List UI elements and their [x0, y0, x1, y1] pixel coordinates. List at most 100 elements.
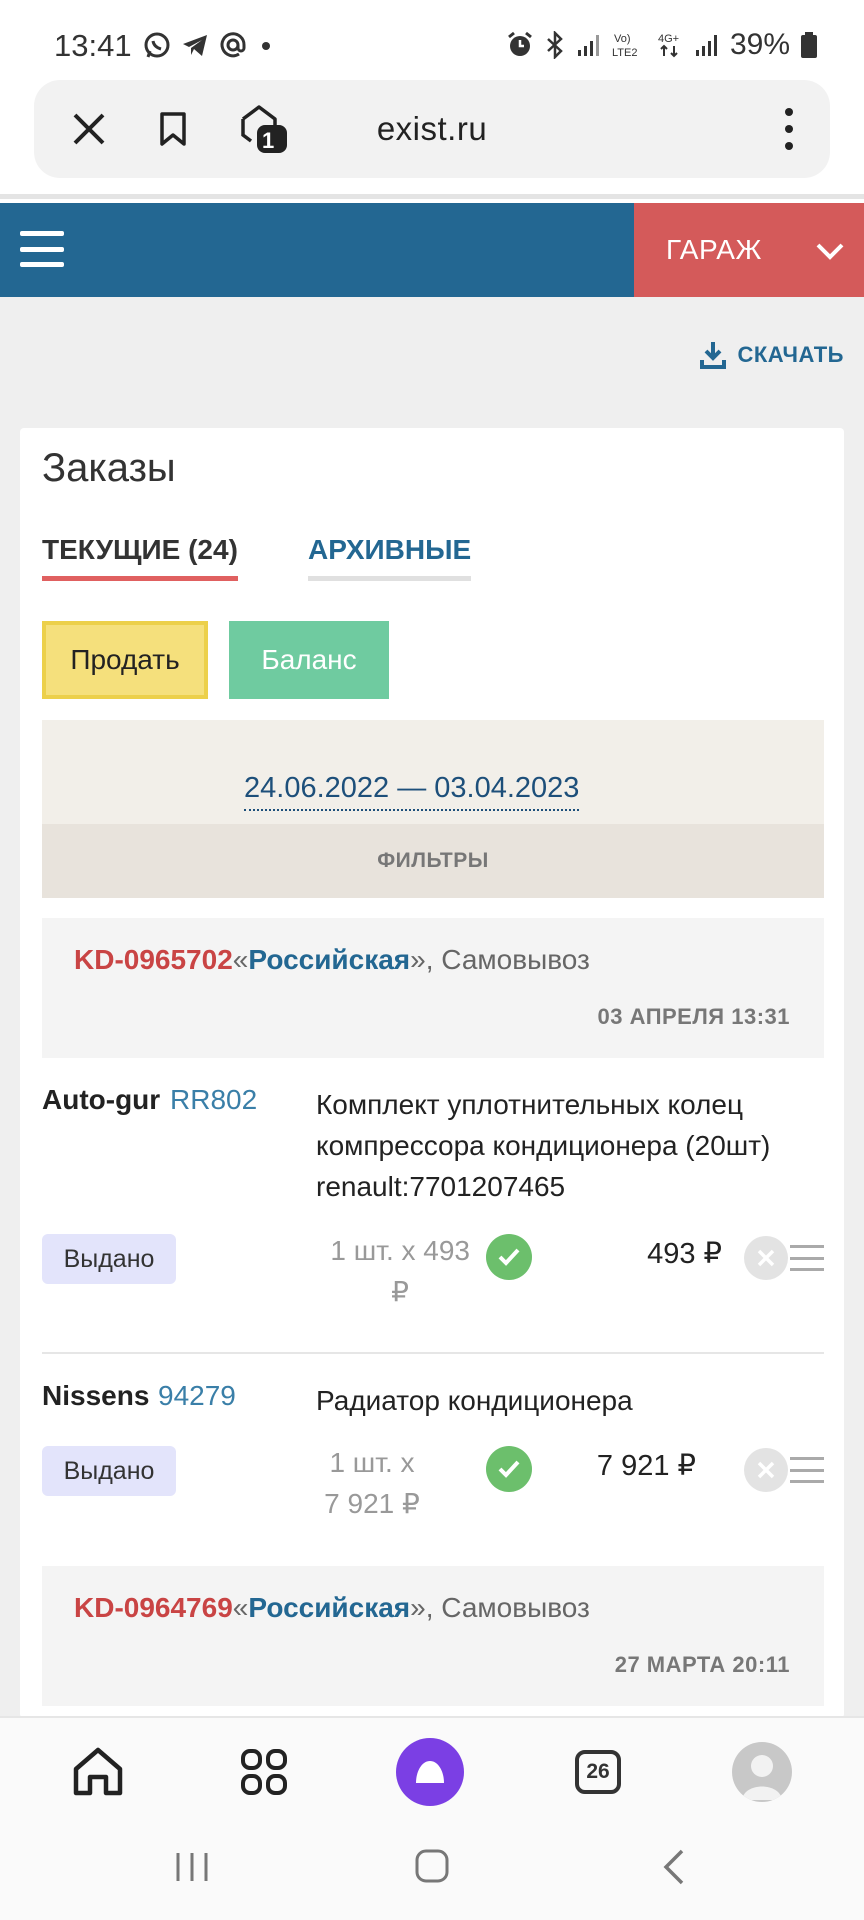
item-article-link[interactable]: RR802 [170, 1084, 257, 1116]
balance-button[interactable]: Баланс [229, 621, 389, 699]
quote-mark: « [232, 944, 249, 975]
order-id[interactable]: KD-0964769 [74, 1592, 233, 1623]
qty-line: 1 шт. x [329, 1447, 415, 1478]
whatsapp-icon [144, 32, 170, 58]
tab-current[interactable]: ТЕКУЩИЕ (24) [42, 534, 238, 581]
item-quantity: 1 шт. x 7 921 ₽ [292, 1442, 452, 1524]
download-button[interactable]: СКАЧАТЬ [699, 340, 844, 370]
cancel-item-button[interactable] [744, 1236, 788, 1280]
download-label: СКАЧАТЬ [737, 342, 844, 367]
item-divider [42, 1352, 824, 1354]
svg-text:4G+: 4G+ [658, 33, 679, 45]
at-icon [220, 32, 246, 58]
menu-line [790, 1480, 824, 1483]
home-icon [73, 1747, 123, 1796]
recent-apps-icon[interactable] [174, 1850, 210, 1884]
battery-icon [801, 32, 817, 58]
calendar-icon: 26 [575, 1750, 621, 1794]
hamburger-menu-button[interactable] [20, 231, 64, 267]
browser-bottom-nav: 26 [0, 1716, 864, 1816]
site-header: ГАРАЖ [0, 203, 864, 297]
browser-menu-button[interactable] [764, 104, 814, 154]
menu-line [790, 1268, 824, 1271]
order-id[interactable]: KD-0965702 [74, 944, 233, 975]
orders-card: Заказы ТЕКУЩИЕ (24) АРХИВНЫЕ Продать Бал… [20, 428, 844, 1718]
alice-icon [396, 1738, 464, 1806]
home-nav-icon[interactable] [414, 1848, 450, 1884]
dot-icon [262, 42, 270, 50]
item-brand: Auto-gur [42, 1084, 161, 1115]
url-text[interactable]: exist.ru [34, 110, 830, 148]
cancel-item-button[interactable] [744, 1448, 788, 1492]
check-icon [486, 1234, 532, 1280]
order-title-line: KD-0965702«Российская», Самовывоз [74, 944, 590, 976]
url-bar-divider [0, 194, 864, 199]
alice-button[interactable] [390, 1732, 470, 1812]
menu-line [790, 1256, 824, 1260]
4g-icon: 4G+ [658, 33, 679, 58]
browser-url-bar[interactable]: 1 exist.ru [34, 80, 830, 178]
order-date: 03 АПРЕЛЯ 13:31 [597, 1004, 790, 1029]
item-brand: Nissens [42, 1380, 150, 1411]
garage-label: ГАРАЖ [666, 234, 762, 265]
item-description: Комплект уплотнительных колец компрессор… [316, 1089, 771, 1202]
tab-archive[interactable]: АРХИВНЫЕ [308, 534, 472, 581]
system-status-icons: Vo) LTE2 4G+ 39% [506, 28, 818, 62]
order-delivery: , Самовывоз [425, 1592, 590, 1623]
menu-line [790, 1457, 824, 1460]
apps-button[interactable] [224, 1732, 304, 1812]
order-header[interactable]: KD-0965702«Российская», Самовывоз 03 АПР… [42, 918, 824, 1058]
item-menu-button[interactable] [790, 1245, 824, 1271]
quote-mark: « [232, 1592, 249, 1623]
battery-percent: 39% [729, 28, 790, 61]
profile-button[interactable] [722, 1732, 802, 1812]
qty-line: 1 шт. x 493 [330, 1235, 470, 1266]
calendar-button[interactable]: 26 [558, 1732, 638, 1812]
quote-mark: » [410, 1592, 426, 1623]
check-icon [486, 1446, 532, 1492]
close-icon [757, 1461, 775, 1479]
status-badge: Выдано [42, 1234, 176, 1284]
item-price: 493 ₽ [647, 1238, 722, 1270]
order-shop: Российская [248, 944, 411, 975]
order-header[interactable]: KD-0964769«Российская», Самовывоз 27 МАР… [42, 1566, 824, 1706]
back-icon[interactable] [660, 1848, 688, 1886]
signal-icon [577, 35, 599, 56]
filters-button[interactable]: ФИЛЬТРЫ [42, 824, 824, 898]
status-time: 13:41 [54, 28, 132, 63]
date-range-picker[interactable]: 24.06.2022 — 03.04.2023 [244, 772, 580, 811]
status-badge: Выдано [42, 1446, 176, 1496]
qty-line: ₽ [391, 1276, 409, 1307]
page-title: Заказы [42, 446, 176, 490]
sell-button[interactable]: Продать [42, 621, 208, 699]
system-navigation-bar [0, 1816, 864, 1920]
telegram-icon [183, 35, 207, 56]
status-bar: 13:41 Vo) LTE2 4G+ 39% [0, 0, 864, 92]
apps-icon [241, 1749, 287, 1795]
menu-line [790, 1245, 824, 1248]
item-description: Радиатор кондиционера [316, 1385, 633, 1416]
quote-mark: » [410, 944, 426, 975]
chevron-down-icon [816, 243, 844, 260]
signal-icon [695, 35, 717, 56]
menu-line [20, 231, 64, 236]
order-delivery: , Самовывоз [425, 944, 590, 975]
item-quantity: 1 шт. x 493 ₽ [310, 1230, 470, 1312]
close-icon [757, 1249, 775, 1267]
order-shop: Российская [248, 1592, 411, 1623]
menu-line [20, 262, 64, 267]
menu-line [790, 1468, 824, 1472]
order-item: Nissens 94279 Радиатор кондиционера Выда… [42, 1380, 824, 1540]
alarm-icon [508, 31, 532, 56]
garage-dropdown[interactable]: ГАРАЖ [634, 203, 864, 297]
volte-icon: Vo) LTE2 [612, 33, 637, 59]
item-article-link[interactable]: 94279 [158, 1380, 236, 1412]
bluetooth-icon [547, 31, 563, 59]
qty-line: 7 921 ₽ [324, 1488, 420, 1519]
date-range-panel: 24.06.2022 — 03.04.2023 [42, 720, 824, 824]
order-date: 27 МАРТА 20:11 [614, 1652, 790, 1677]
svg-text:LTE2: LTE2 [612, 47, 637, 59]
item-menu-button[interactable] [790, 1457, 824, 1483]
home-button[interactable] [58, 1732, 138, 1812]
notification-icons [142, 30, 276, 60]
